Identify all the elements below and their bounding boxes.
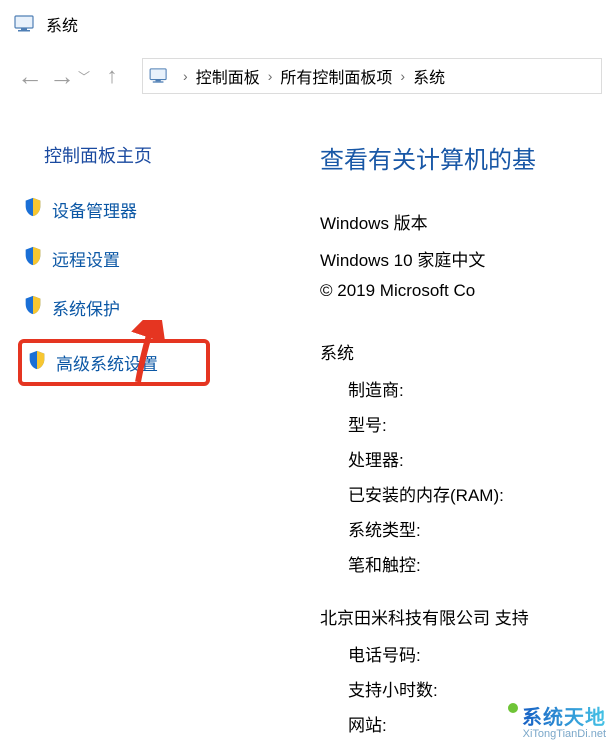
model-label: 型号: — [348, 411, 616, 436]
chevron-right-icon: › — [268, 68, 273, 84]
sidebar-item-remote-settings[interactable]: 远程设置 — [18, 241, 210, 276]
page-title: 查看有关计算机的基 — [320, 140, 616, 175]
support-hours-label: 支持小时数: — [348, 676, 616, 701]
forward-button[interactable]: → — [46, 63, 78, 89]
system-type-label: 系统类型: — [348, 516, 616, 541]
system-section-label: 系统 — [320, 339, 616, 364]
titlebar: 系统 — [0, 0, 616, 40]
ram-label: 已安装的内存(RAM): — [348, 481, 616, 506]
history-dropdown-button[interactable]: ﹀ — [78, 68, 90, 85]
processor-label: 处理器: — [348, 446, 616, 471]
windows-edition-line: Windows 10 家庭中文 — [320, 246, 616, 271]
chevron-right-icon: › — [400, 68, 405, 84]
control-panel-home-link[interactable]: 控制面板主页 — [44, 142, 210, 168]
breadcrumb-control-panel[interactable]: 控制面板 — [196, 64, 260, 88]
system-control-panel-window: 系统 ← → ﹀ ↑ › 控制面板 › 所有控制面板项 › 系统 控制 — [0, 0, 616, 748]
sidebar-item-advanced-system-settings[interactable]: 高级系统设置 — [18, 339, 210, 386]
sidebar-item-label: 远程设置 — [52, 246, 120, 271]
shield-icon — [22, 245, 44, 272]
shield-icon — [26, 349, 48, 376]
main-content: 查看有关计算机的基 Windows 版本 Windows 10 家庭中文 © 2… — [210, 120, 616, 746]
breadcrumb-system[interactable]: 系统 — [413, 64, 445, 88]
windows-edition-section-label: Windows 版本 — [320, 209, 616, 234]
sidebar-item-label: 高级系统设置 — [56, 350, 158, 375]
watermark: 系统天地 XiTongTianDi.net — [518, 699, 610, 742]
window-title: 系统 — [46, 12, 78, 36]
sidebar-item-device-manager[interactable]: 设备管理器 — [18, 192, 210, 227]
watermark-url: XiTongTianDi.net — [522, 728, 606, 740]
watermark-dot-icon — [508, 703, 518, 713]
address-breadcrumb[interactable]: › 控制面板 › 所有控制面板项 › 系统 — [142, 58, 602, 94]
shield-icon — [22, 294, 44, 321]
sidebar-item-label: 设备管理器 — [52, 197, 137, 222]
support-phone-label: 电话号码: — [348, 641, 616, 666]
watermark-title: 系统天地 — [522, 701, 606, 730]
system-icon — [14, 15, 36, 33]
pen-touch-label: 笔和触控: — [348, 551, 616, 576]
breadcrumb-all-items[interactable]: 所有控制面板项 — [280, 64, 392, 88]
chevron-right-icon: › — [183, 68, 188, 84]
content-body: 控制面板主页 设备管理器 远程设置 — [0, 120, 616, 746]
back-button[interactable]: ← — [14, 63, 46, 89]
sidebar: 控制面板主页 设备管理器 远程设置 — [0, 120, 210, 746]
sidebar-item-system-protection[interactable]: 系统保护 — [18, 290, 210, 325]
manufacturer-label: 制造商: — [348, 376, 616, 401]
support-section-label: 北京田米科技有限公司 支持 — [320, 604, 616, 629]
shield-icon — [22, 196, 44, 223]
windows-copyright-line: © 2019 Microsoft Co — [320, 281, 616, 301]
system-icon — [149, 68, 169, 84]
sidebar-item-label: 系统保护 — [52, 295, 120, 320]
up-button[interactable]: ↑ — [96, 65, 128, 87]
navigation-row: ← → ﹀ ↑ › 控制面板 › 所有控制面板项 › 系统 — [0, 40, 616, 102]
